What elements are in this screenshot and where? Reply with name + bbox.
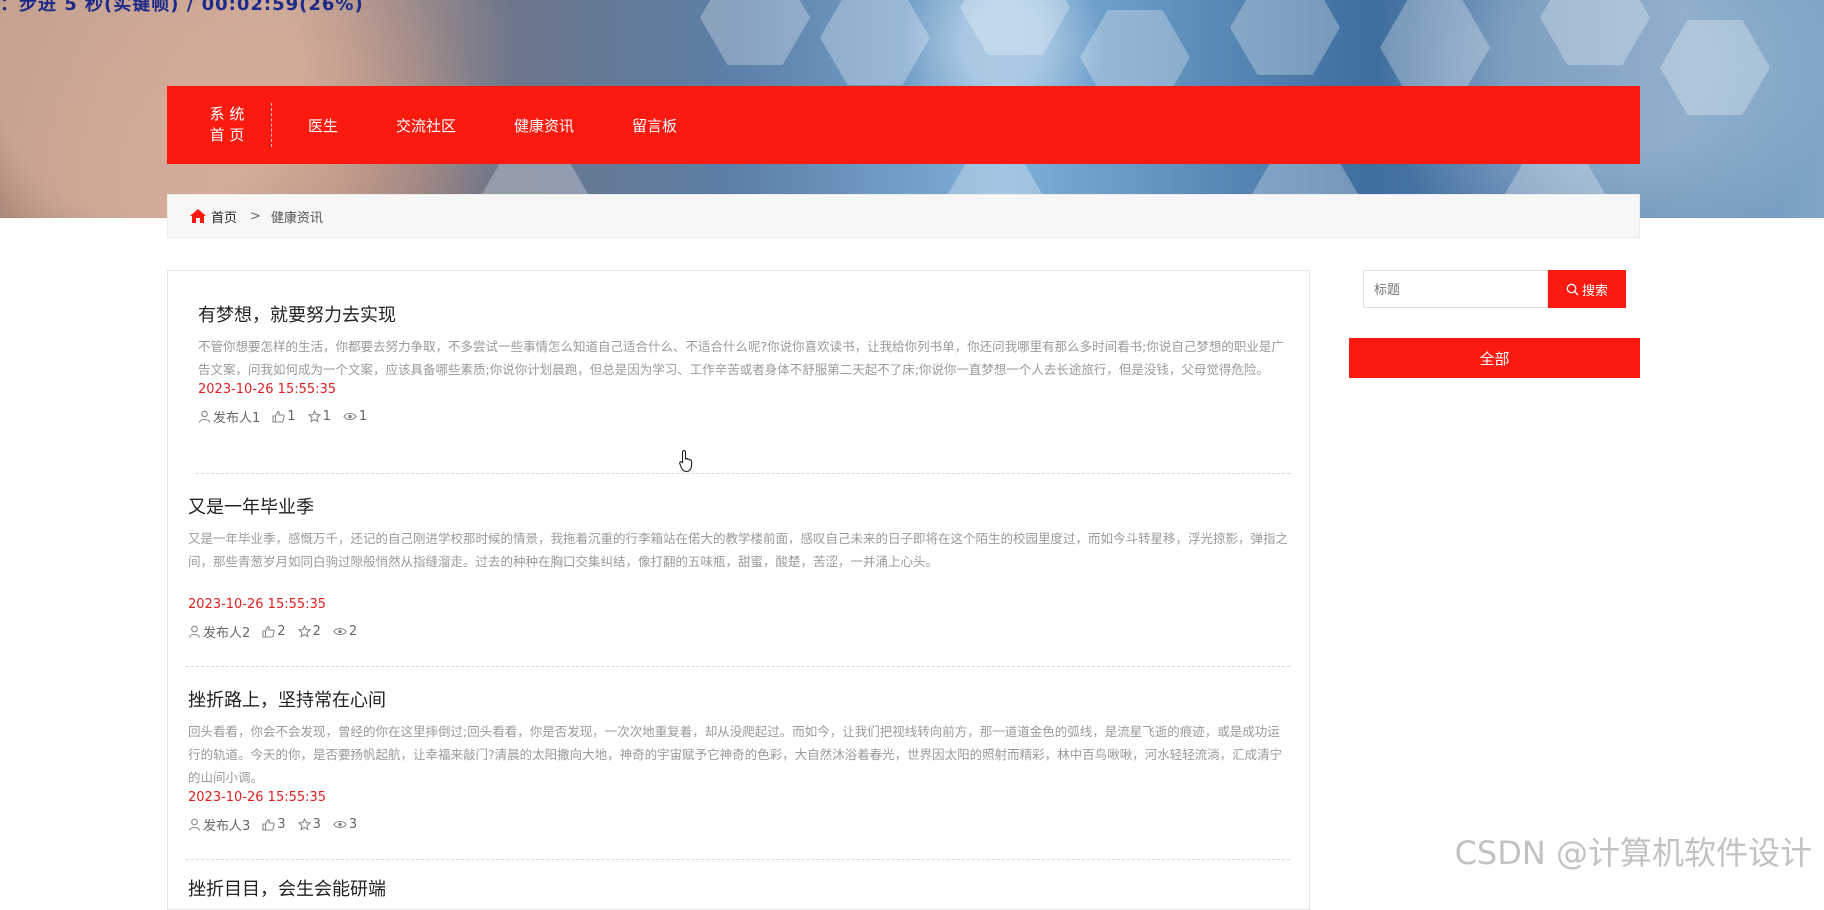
- list-item[interactable]: 挫折路上，坚持常在心间 回头看看，你会不会发现，曾经的你在这里摔倒过;回头看看，…: [188, 686, 1290, 834]
- user-icon: [188, 625, 201, 638]
- nav-item-health-news[interactable]: 健康资讯: [514, 115, 574, 136]
- star-icon[interactable]: [297, 625, 311, 638]
- divider: [186, 666, 1290, 667]
- article-title[interactable]: 又是一年毕业季: [188, 493, 1290, 519]
- article-title[interactable]: 挫折路上，坚持常在心间: [188, 686, 1290, 712]
- divider: [186, 859, 1290, 860]
- article-favorites: 1: [322, 409, 331, 424]
- article-title[interactable]: 有梦想，就要努力去实现: [198, 301, 1290, 327]
- all-category-button[interactable]: 全部: [1349, 338, 1640, 378]
- user-icon: [188, 818, 201, 831]
- nav-home[interactable]: 系 统 首 页: [167, 103, 272, 147]
- breadcrumb-home-link[interactable]: 首页: [211, 207, 237, 226]
- article-likes: 2: [277, 624, 286, 639]
- article-date: 2023-10-26 15:55:35: [198, 382, 337, 397]
- article-date: 2023-10-26 15:55:35: [188, 790, 327, 805]
- divider: [196, 473, 1290, 474]
- breadcrumb: 首页 > 健康资讯: [167, 194, 1640, 238]
- thumbs-up-icon[interactable]: [262, 818, 275, 831]
- nav-home-line1: 系 统: [209, 105, 245, 123]
- nav-home-line2: 首 页: [209, 126, 245, 144]
- nav-item-message-board[interactable]: 留言板: [632, 115, 677, 136]
- nav-item-community[interactable]: 交流社区: [396, 115, 456, 136]
- hand-cursor-icon: [679, 449, 693, 473]
- hex-decoration: [820, 0, 930, 85]
- article-author: 发布人2: [203, 626, 251, 641]
- user-icon: [198, 410, 211, 423]
- main-nav: 系 统 首 页 医生 交流社区 健康资讯 留言板: [167, 86, 1640, 164]
- article-views: 2: [348, 624, 358, 639]
- article-summary: 回头看看，你会不会发现，曾经的你在这里摔倒过;回头看看，你是否发现，一次次地重复…: [188, 724, 1283, 785]
- article-meta: 发布人3 3 3 3: [188, 815, 1290, 834]
- article-meta: 发布人2 2 2 2: [188, 622, 1290, 641]
- article-views: 1: [358, 409, 368, 424]
- search-icon: [1566, 283, 1579, 295]
- home-icon: [190, 209, 206, 223]
- hex-decoration: [1540, 0, 1650, 65]
- article-date: 2023-10-26 15:55:35: [188, 597, 327, 612]
- article-summary: 不管你想要怎样的生活，你都要去努力争取，不多尝试一些事情怎么知道自己适合什么、不…: [198, 339, 1284, 377]
- eye-icon: [333, 820, 347, 829]
- eye-icon: [343, 412, 357, 421]
- article-list: 有梦想，就要努力去实现 不管你想要怎样的生活，你都要去努力争取，不多尝试一些事情…: [167, 270, 1310, 910]
- article-meta: 发布人1 1 1 1: [198, 407, 1290, 426]
- article-title[interactable]: 挫折目目，会生会能研端: [188, 875, 1290, 901]
- article-likes: 1: [287, 409, 296, 424]
- video-overlay-text: ：步进 5 秒(实键帧) / 00:02:59(26%): [0, 0, 364, 15]
- hex-decoration: [960, 0, 1070, 55]
- list-item[interactable]: 有梦想，就要努力去实现 不管你想要怎样的生活，你都要去努力争取，不多尝试一些事情…: [198, 301, 1290, 426]
- article-likes: 3: [277, 817, 286, 832]
- search-input[interactable]: [1363, 270, 1548, 308]
- search-button[interactable]: 搜索: [1548, 270, 1626, 308]
- breadcrumb-current: 健康资讯: [270, 210, 323, 226]
- article-favorites: 2: [312, 624, 321, 639]
- thumbs-up-icon[interactable]: [262, 625, 275, 638]
- eye-icon: [333, 627, 347, 636]
- article-author: 发布人1: [213, 411, 261, 426]
- nav-item-doctor[interactable]: 医生: [308, 115, 338, 136]
- hex-decoration: [1230, 0, 1340, 75]
- star-icon[interactable]: [307, 410, 321, 423]
- search-button-label: 搜索: [1581, 283, 1608, 299]
- star-icon[interactable]: [297, 818, 311, 831]
- watermark: CSDN @计算机软件设计: [1454, 834, 1812, 872]
- article-summary: 又是一年毕业季，感慨万千，还记的自己刚进学校那时候的情景，我拖着沉重的行李箱站在…: [188, 531, 1289, 569]
- hex-decoration: [1380, 0, 1490, 95]
- breadcrumb-separator: >: [250, 208, 261, 224]
- list-item[interactable]: 又是一年毕业季 又是一年毕业季，感慨万千，还记的自己刚进学校那时候的情景，我拖着…: [188, 493, 1290, 641]
- hex-decoration: [1660, 20, 1770, 115]
- article-favorites: 3: [312, 817, 321, 832]
- article-views: 3: [348, 817, 358, 832]
- article-author: 发布人3: [203, 819, 251, 834]
- thumbs-up-icon[interactable]: [272, 410, 285, 423]
- hex-decoration: [700, 0, 810, 65]
- list-item[interactable]: 挫折目目，会生会能研端: [188, 875, 1290, 901]
